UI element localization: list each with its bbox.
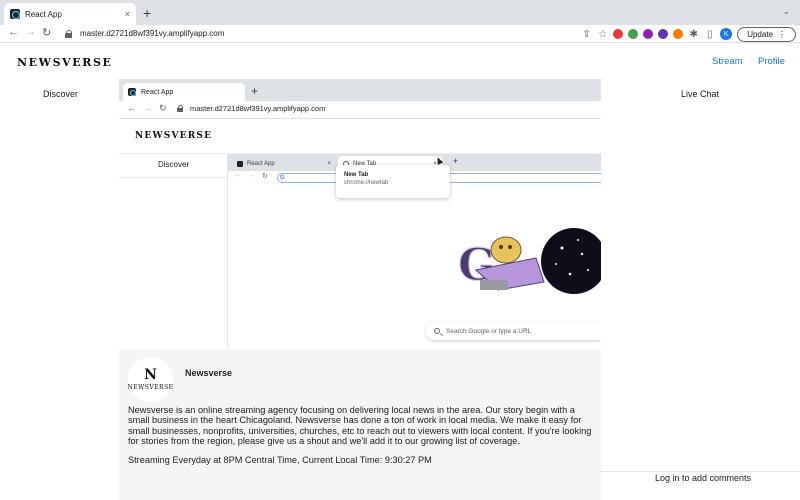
preview-toolbar: ← → ↻ master.d2721d8wf391vy.amplifyapp.c… xyxy=(119,101,601,119)
reload-icon: ↻ xyxy=(262,173,268,180)
reload-icon: ↻ xyxy=(159,103,167,113)
login-to-comment-link[interactable]: Log in to add comments xyxy=(655,473,751,483)
google-search-box: Search Google or type a URL xyxy=(426,322,601,340)
update-button[interactable]: Update ⋮ xyxy=(737,26,796,42)
channel-description: Newsverse is an online streaming agency … xyxy=(128,405,592,447)
tab-hover-card: New Tab chrome://newtab xyxy=(336,165,450,198)
discover-heading[interactable]: Discover xyxy=(43,89,78,99)
chat-divider xyxy=(601,471,800,472)
inner-tab-title: React App xyxy=(247,160,275,167)
new-tab-button[interactable]: + xyxy=(143,5,151,21)
preview-address-bar: master.d2721d8wf391vy.amplifyapp.com xyxy=(177,104,325,113)
preview-tab-strip: React App + xyxy=(119,79,601,101)
preview-page: NEWSVERSE Discover React App × New Tab ×… xyxy=(119,119,601,349)
browser-tab-strip: React App × + ⌄ xyxy=(0,0,800,25)
inner-tab-react: React App × xyxy=(232,156,336,171)
forward-icon: → xyxy=(248,172,255,179)
back-icon: ← xyxy=(234,172,241,179)
preview-new-tab-icon: + xyxy=(251,84,259,98)
star-icon[interactable]: ☆ xyxy=(597,29,608,40)
stream-schedule: Streaming Everyday at 8PM Central Time, … xyxy=(128,455,432,465)
stream-info-panel: N NEWSVERSE Newsverse Newsverse is an on… xyxy=(119,349,601,500)
url-text: master.d2721d8wf391vy.amplifyapp.com xyxy=(80,29,225,38)
close-tab-icon[interactable]: × xyxy=(125,9,130,19)
preview-tab-title: React App xyxy=(141,88,174,96)
preview-url: master.d2721d8wf391vy.amplifyapp.com xyxy=(190,104,326,113)
search-icon xyxy=(434,328,440,334)
chevron-down-icon[interactable]: ⌄ xyxy=(782,6,790,17)
profile-avatar[interactable]: K xyxy=(720,28,733,40)
react-favicon-icon xyxy=(237,160,243,167)
close-icon: × xyxy=(327,160,331,167)
extension-icon[interactable] xyxy=(643,29,654,39)
google-search-placeholder: Search Google or type a URL xyxy=(446,327,532,335)
metamask-icon[interactable] xyxy=(673,29,684,39)
extension-icon[interactable] xyxy=(628,29,639,39)
toolbar-actions: ⇪ ☆ ✱ ▯ K Update ⋮ xyxy=(581,26,796,42)
forward-icon[interactable]: → xyxy=(25,26,36,38)
channel-logo-word: NEWSVERSE xyxy=(127,384,174,391)
google-icon: G xyxy=(280,175,285,181)
nav-stream-link[interactable]: Stream xyxy=(712,56,743,67)
share-icon[interactable]: ⇪ xyxy=(581,29,592,40)
inner-new-tab-icon: + xyxy=(453,156,459,166)
preview-sidebar-divider xyxy=(119,177,227,178)
channel-logo-letter: N xyxy=(144,367,157,383)
tab-title: React App xyxy=(25,9,62,19)
lock-icon xyxy=(177,105,183,112)
hover-card-title: New Tab xyxy=(344,172,369,178)
live-chat-heading: Live Chat xyxy=(681,89,720,99)
forward-icon: → xyxy=(143,103,152,113)
preview-logo: NEWSVERSE xyxy=(135,131,213,141)
react-favicon-icon xyxy=(128,88,136,96)
preview-tab: React App xyxy=(123,83,245,101)
update-label: Update xyxy=(747,29,773,39)
site-logo[interactable]: NEWSVERSE xyxy=(17,56,113,69)
extension-icon[interactable] xyxy=(658,29,669,39)
lock-icon[interactable] xyxy=(65,30,72,38)
channel-name[interactable]: Newsverse xyxy=(185,368,232,378)
reload-icon[interactable]: ↻ xyxy=(42,26,51,39)
extension-icon[interactable] xyxy=(613,29,624,39)
preview-discover: Discover xyxy=(158,160,190,169)
hover-card-url: chrome://newtab xyxy=(344,180,389,186)
puzzle-icon[interactable]: ✱ xyxy=(688,29,699,40)
stream-player[interactable]: React App + ← → ↻ master.d2721d8wf391vy.… xyxy=(119,79,601,349)
browser-toolbar: ← → ↻ master.d2721d8wf391vy.amplifyapp.c… xyxy=(0,25,800,43)
preview-inner-browser: React App × New Tab × + ← → ↻ G New Tab … xyxy=(228,154,601,349)
browser-tab[interactable]: React App × xyxy=(4,3,136,25)
nav-profile-link[interactable]: Profile xyxy=(758,56,785,67)
back-icon[interactable]: ← xyxy=(8,26,19,38)
sidebar-icon[interactable]: ▯ xyxy=(704,29,715,40)
channel-avatar[interactable]: N NEWSVERSE xyxy=(127,357,174,402)
react-favicon-icon xyxy=(10,9,20,19)
google-doodle-image: G xyxy=(458,228,601,294)
menu-icon: ⋮ xyxy=(778,29,786,39)
address-bar[interactable]: master.d2721d8wf391vy.amplifyapp.com xyxy=(58,26,618,41)
back-icon: ← xyxy=(127,103,136,113)
